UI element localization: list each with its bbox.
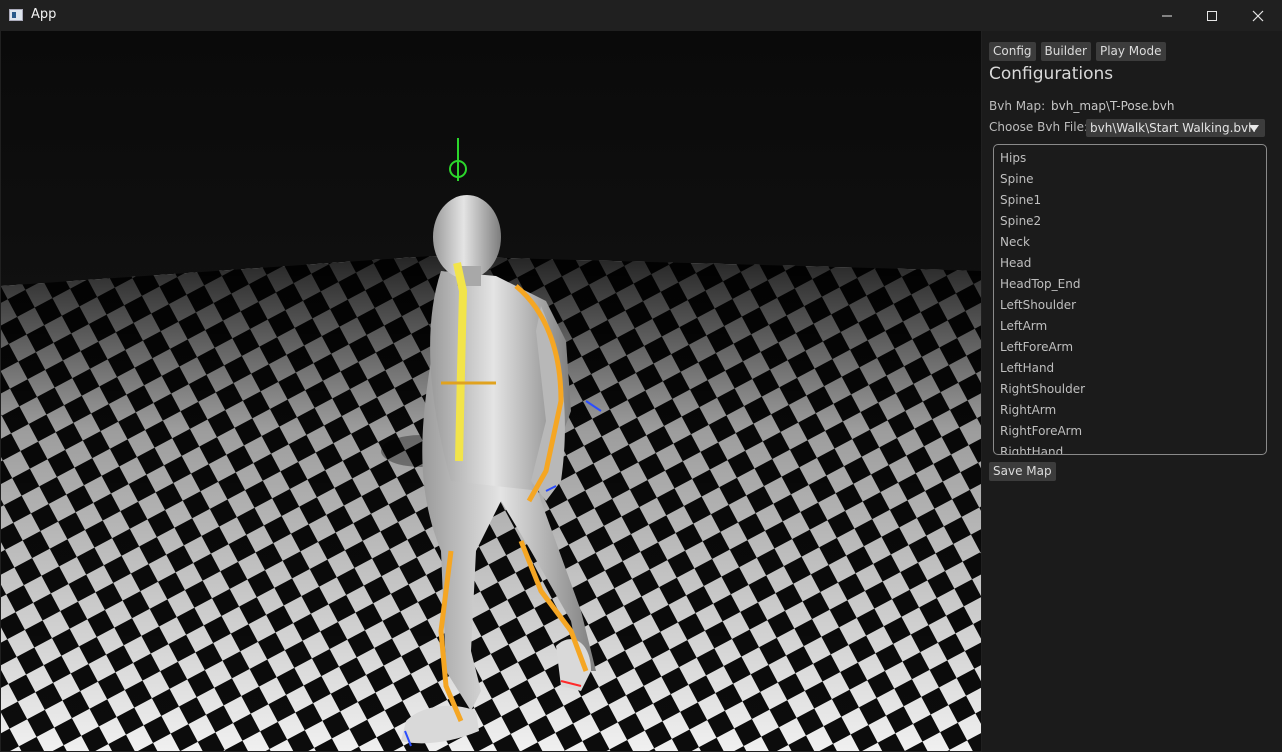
tab-config[interactable]: Config xyxy=(989,42,1036,61)
bone-list[interactable]: Hips Spine Spine1 Spine2 Neck Head HeadT… xyxy=(993,144,1267,455)
list-item[interactable]: RightShoulder xyxy=(1000,382,1085,396)
maximize-button[interactable] xyxy=(1189,0,1235,31)
list-item[interactable]: Head xyxy=(1000,256,1031,270)
bvh-file-dropdown[interactable]: bvh\Walk\Start Walking.bvh xyxy=(1086,119,1265,137)
scene-render xyxy=(1,31,981,751)
list-item[interactable]: LeftShoulder xyxy=(1000,298,1076,312)
list-item[interactable]: Spine2 xyxy=(1000,214,1041,228)
save-map-button[interactable]: Save Map xyxy=(989,462,1056,481)
list-item[interactable]: HeadTop_End xyxy=(1000,277,1080,291)
close-icon xyxy=(1252,10,1264,21)
tab-builder[interactable]: Builder xyxy=(1040,42,1091,61)
minimize-button[interactable] xyxy=(1144,0,1190,31)
mode-tabs: Config Builder Play Mode xyxy=(989,42,1166,61)
maximize-icon xyxy=(1207,10,1217,21)
list-item[interactable]: RightForeArm xyxy=(1000,424,1082,438)
list-item[interactable]: LeftHand xyxy=(1000,361,1054,375)
window-title: App xyxy=(31,7,57,22)
panel-heading: Configurations xyxy=(989,64,1114,84)
list-item[interactable]: LeftArm xyxy=(1000,319,1047,333)
title-bar[interactable]: App xyxy=(0,0,1282,31)
list-item[interactable]: Spine xyxy=(1000,172,1034,186)
bvh-map-label: Bvh Map: xyxy=(989,99,1046,113)
3d-viewport[interactable] xyxy=(1,31,981,751)
bvh-map-value: bvh_map\T-Pose.bvh xyxy=(1051,99,1175,113)
minimize-icon xyxy=(1162,15,1172,16)
tab-play-mode[interactable]: Play Mode xyxy=(1095,42,1166,61)
list-item[interactable]: LeftForeArm xyxy=(1000,340,1073,354)
choose-bvh-label: Choose Bvh File: xyxy=(989,120,1088,134)
list-item[interactable]: RightHand xyxy=(1000,445,1063,454)
list-item[interactable]: Neck xyxy=(1000,235,1030,249)
list-item[interactable]: Spine1 xyxy=(1000,193,1041,207)
bvh-file-selected: bvh\Walk\Start Walking.bvh xyxy=(1090,121,1256,135)
list-item[interactable]: Hips xyxy=(1000,151,1026,165)
app-window: App Config Builder Play Mode Configurati… xyxy=(0,0,1282,752)
list-item[interactable]: RightArm xyxy=(1000,403,1056,417)
close-button[interactable] xyxy=(1235,0,1281,31)
side-panel: Config Builder Play Mode Configurations … xyxy=(982,31,1282,752)
app-icon xyxy=(9,9,23,21)
chevron-down-icon xyxy=(1249,125,1259,132)
